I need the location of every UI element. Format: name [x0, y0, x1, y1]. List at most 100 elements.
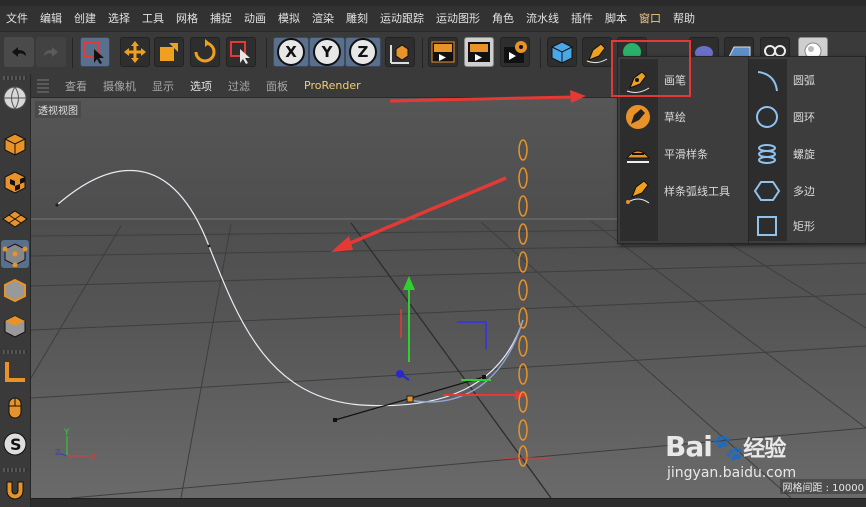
move-arrows-icon	[124, 41, 146, 63]
rotate-button[interactable]	[190, 37, 220, 67]
edges-mode-button[interactable]	[1, 276, 29, 304]
menu-motion-tracker[interactable]: 运动跟踪	[374, 6, 430, 31]
tweak-mode-button[interactable]	[1, 394, 29, 422]
points-mode-button[interactable]	[1, 240, 29, 268]
menu-bar: 文件 编辑 创建 选择 工具 网格 捕捉 动画 模拟 渲染 雕刻 运动跟踪 运动…	[0, 6, 866, 31]
sketch-icon	[622, 101, 654, 133]
hexagon-icon	[751, 175, 783, 207]
helix-spline	[518, 139, 528, 467]
render-to-picture-viewer-button[interactable]	[464, 37, 494, 67]
z-axis-icon: Z	[349, 38, 377, 66]
y-axis-icon: Y	[313, 38, 341, 66]
menu-help[interactable]: 帮助	[667, 6, 701, 31]
viewport-menu-filter[interactable]: 过滤	[220, 78, 258, 94]
workplane-grid-icon	[2, 210, 28, 228]
menu-script[interactable]: 脚本	[599, 6, 633, 31]
annotation-arrow-upper	[390, 90, 586, 103]
magnet-button[interactable]	[1, 476, 29, 504]
spline-arc-tool-icon	[622, 175, 654, 207]
clapper-picture-viewer-icon	[468, 42, 490, 62]
edges-cube-icon	[4, 278, 26, 303]
popup-item-rectangle[interactable]: 矩形	[751, 209, 815, 243]
x-axis-lock-button[interactable]: X	[273, 37, 309, 67]
spline-curve	[56, 169, 524, 407]
popup-item-spline-arc-tool[interactable]: 样条弧线工具	[622, 174, 730, 208]
helix-icon	[751, 138, 783, 170]
world-axis-line	[350, 222, 552, 498]
popup-item-helix[interactable]: 螺旋	[751, 137, 815, 171]
mouse-icon	[8, 397, 22, 419]
cursor-select-icon	[84, 41, 104, 64]
checker-cube-icon	[4, 171, 26, 194]
menu-animate[interactable]: 动画	[238, 6, 272, 31]
popup-item-sketch[interactable]: 草绘	[622, 100, 686, 134]
viewport-grip[interactable]	[37, 78, 49, 93]
menu-edit[interactable]: 编辑	[34, 6, 68, 31]
viewport-label: 透视视图	[35, 101, 81, 118]
viewport-menu-camera[interactable]: 摄像机	[95, 78, 144, 94]
magnet-icon	[6, 481, 24, 500]
popup-item-arc[interactable]: 圆弧	[751, 63, 815, 97]
cube-icon	[551, 41, 573, 64]
viewport-menu-view[interactable]: 查看	[57, 78, 95, 94]
viewport-menu-display[interactable]: 显示	[144, 78, 182, 94]
spline-point	[207, 244, 211, 248]
snap-button[interactable]: S	[1, 430, 29, 458]
recent-tools-button[interactable]	[226, 37, 256, 67]
left-toolbar: S	[0, 74, 31, 507]
menu-file[interactable]: 文件	[0, 6, 34, 31]
z-axis-lock-button[interactable]: Z	[345, 37, 381, 67]
menu-mesh[interactable]: 网格	[170, 6, 204, 31]
timeline-strip	[31, 498, 866, 507]
menu-pipeline[interactable]: 流水线	[520, 6, 565, 31]
workplane-mode-button[interactable]	[1, 204, 29, 232]
popup-item-circle[interactable]: 圆环	[751, 100, 815, 134]
spline-start-point	[55, 203, 59, 207]
menu-window[interactable]: 窗口	[633, 6, 667, 31]
baidu-watermark: Bai🐾经验 jingyan.baidu.com	[665, 430, 825, 490]
menu-tools[interactable]: 工具	[136, 6, 170, 31]
scale-icon	[160, 43, 178, 61]
render-view-button[interactable]	[428, 37, 458, 67]
popup-right-column: 圆弧 圆环 螺旋 多边 矩形	[749, 57, 866, 245]
points-cube-icon	[2, 243, 28, 267]
viewport-menu-prorender[interactable]: ProRender	[296, 79, 369, 92]
circle-icon	[751, 101, 783, 133]
menu-snap[interactable]: 捕捉	[204, 6, 238, 31]
cube-object-button[interactable]	[547, 37, 577, 67]
menu-mograph[interactable]: 运动图形	[430, 6, 486, 31]
pen-spline-button[interactable]	[582, 37, 612, 67]
popup-item-polygon[interactable]: 多边	[751, 174, 815, 208]
menu-render[interactable]: 渲染	[306, 6, 340, 31]
viewport-menu-options[interactable]: 选项	[182, 78, 220, 94]
undo-icon	[12, 47, 26, 57]
texture-mode-button[interactable]	[1, 168, 29, 196]
viewport-menu-panel[interactable]: 面板	[258, 78, 296, 94]
menu-sculpt[interactable]: 雕刻	[340, 6, 374, 31]
render-settings-button[interactable]	[500, 37, 530, 67]
make-editable-button[interactable]	[1, 84, 29, 112]
tangent-right-point	[482, 375, 486, 379]
axis-mode-button[interactable]	[1, 358, 29, 386]
menu-plugins[interactable]: 插件	[565, 6, 599, 31]
undo-button[interactable]	[4, 37, 34, 67]
model-mode-button[interactable]	[1, 130, 29, 158]
redo-icon	[44, 47, 58, 57]
y-axis-lock-button[interactable]: Y	[309, 37, 345, 67]
scale-button[interactable]	[154, 37, 184, 67]
coordinate-system-button[interactable]	[385, 37, 415, 67]
watermark-url: jingyan.baidu.com	[667, 465, 797, 481]
redo-button[interactable]	[36, 37, 66, 67]
menu-select[interactable]: 选择	[102, 6, 136, 31]
pen-icon	[586, 43, 608, 64]
menu-simulate[interactable]: 模拟	[272, 6, 306, 31]
move-button[interactable]	[120, 37, 150, 67]
menu-character[interactable]: 角色	[486, 6, 520, 31]
snap-s-icon: S	[3, 432, 27, 456]
live-selection-button[interactable]	[80, 37, 110, 67]
model-cube-icon	[4, 133, 26, 156]
popup-item-spline-smooth[interactable]: 平滑样条	[622, 137, 708, 171]
menu-create[interactable]: 创建	[68, 6, 102, 31]
polygons-mode-button[interactable]	[1, 312, 29, 340]
coordinate-system-icon	[390, 44, 409, 64]
